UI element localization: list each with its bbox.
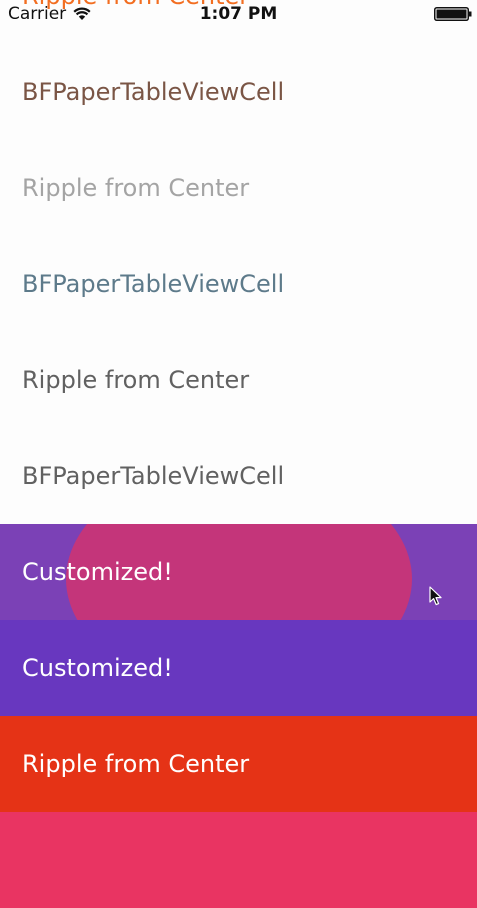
table-cell[interactable]: Ripple from Center [0, 332, 477, 428]
table-cell[interactable]: Ripple from Center [0, 140, 477, 236]
table-cell-customized[interactable]: Customized! [0, 620, 477, 716]
cell-label: Ripple from Center [22, 174, 250, 202]
status-bar: Carrier 1:07 PM [0, 0, 477, 28]
status-time: 1:07 PM [199, 4, 278, 24]
cell-label: BFPaperTableViewCell [22, 462, 285, 490]
table-cell[interactable]: BFPaperTableViewCell [0, 428, 477, 524]
table-cell[interactable] [0, 812, 477, 908]
battery-icon [434, 7, 472, 21]
table-cell[interactable]: BFPaperTableViewCell [0, 236, 477, 332]
cell-label: Ripple from Center [22, 750, 250, 778]
table-cell[interactable]: Ripple from Center [0, 716, 477, 812]
table-cell-customized-pressed[interactable]: Customized! [0, 524, 477, 620]
cell-label: Ripple from Center [22, 366, 250, 394]
cell-label: BFPaperTableViewCell [22, 270, 285, 298]
cell-label: Customized! [22, 654, 173, 682]
mouse-pointer-icon [429, 586, 442, 606]
cell-label: Customized! [22, 558, 173, 586]
cell-label: BFPaperTableViewCell [22, 78, 285, 106]
table-cell[interactable]: BFPaperTableViewCell [0, 44, 477, 140]
table-view: BFPaperTableViewCell Ripple from Center … [0, 44, 477, 908]
